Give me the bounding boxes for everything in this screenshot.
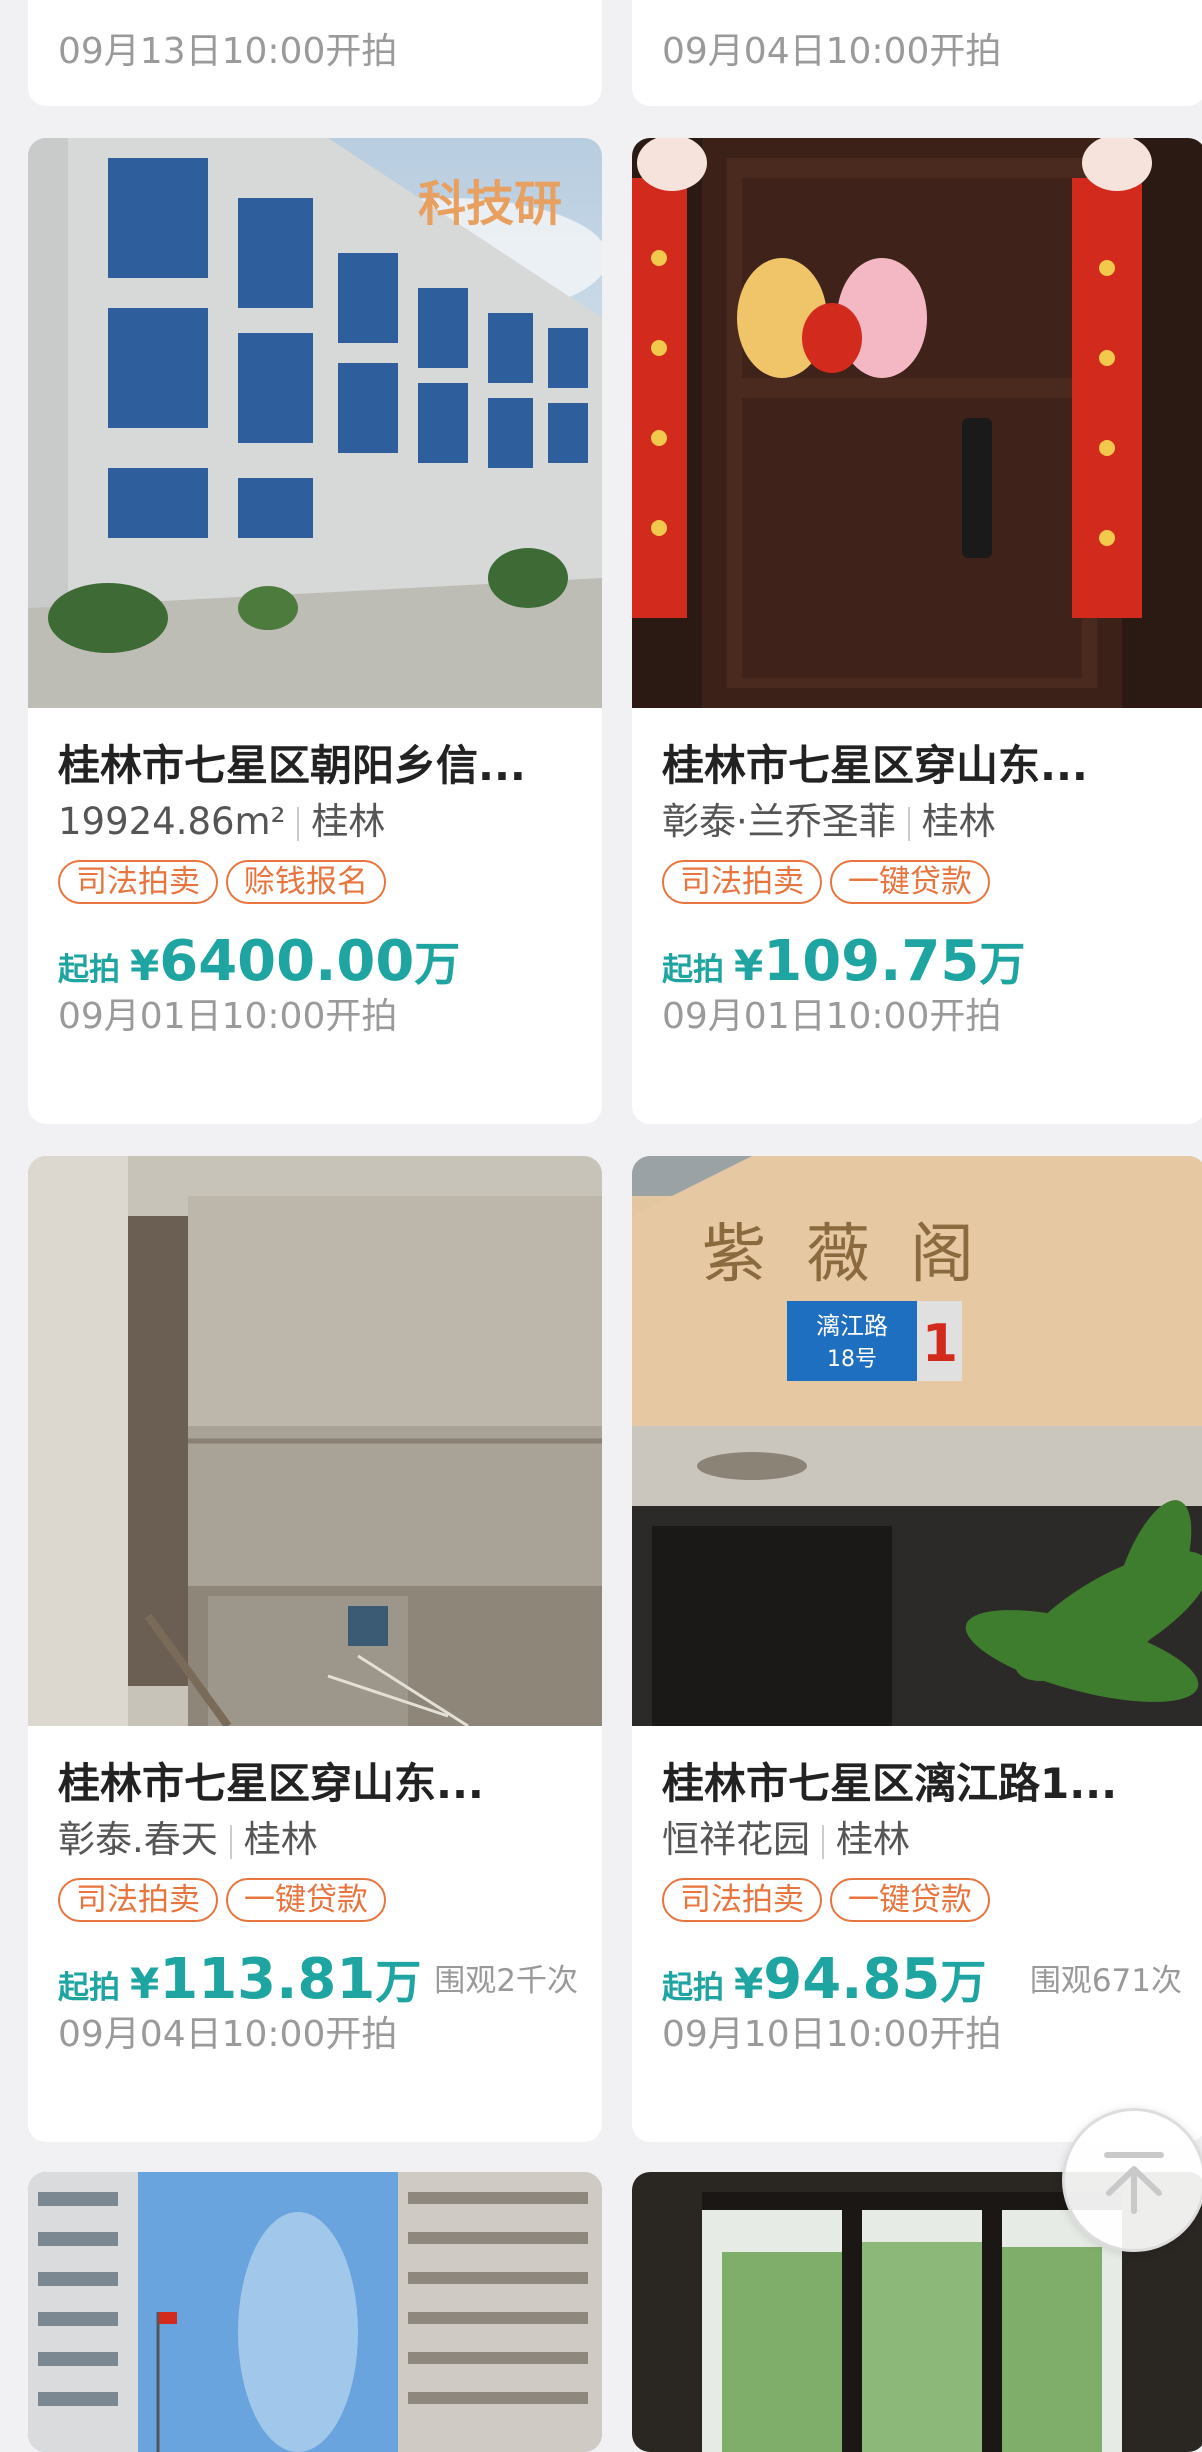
price-unit: 万 (375, 1955, 422, 2009)
currency-symbol: ¥ (734, 1959, 764, 2008)
property-photo (28, 2172, 602, 2452)
city-text: 桂林 (311, 800, 386, 843)
svg-text:18号: 18号 (827, 1347, 877, 1372)
tag-judicial-auction: 司法拍卖 (662, 860, 822, 904)
price-label: 起拍 (662, 1970, 724, 2006)
tag-loan: 一键贷款 (226, 1878, 386, 1922)
tag-loan: 一键贷款 (830, 1878, 990, 1922)
svg-text:科技研: 科技研 (418, 176, 562, 232)
listing-card-partial-left[interactable]: 09月13日10:00开拍 (28, 0, 602, 106)
price-amount: 109.75 (763, 929, 980, 994)
auction-date: 09月10日10:00开拍 (662, 2014, 1002, 2055)
svg-text:紫薇阁: 紫薇阁 (702, 1218, 1014, 1292)
back-to-top-button[interactable] (1062, 2108, 1202, 2252)
listing-card[interactable]: 桂林市七星区穿山东... 彰泰·兰乔圣菲 桂林 司法拍卖 一键贷款 起拍 ¥109.7… (632, 138, 1202, 1124)
view-count: 围观2千次 (434, 1963, 578, 1999)
listing-card[interactable]: 1 漓江路 18号 紫薇阁 桂林市七星区漓江路1... 恒祥花园 桂林 司法拍卖一… (632, 1156, 1202, 2142)
price-amount: 6400.00 (159, 929, 415, 994)
tag-list: 司法拍卖 赊钱报名 (58, 860, 578, 906)
price-row: 起拍 ¥109.75万 (662, 928, 1182, 994)
currency-symbol: ¥ (130, 941, 160, 990)
tag-judicial-auction: 司法拍卖 (58, 860, 218, 904)
community-text: 彰泰·兰乔圣菲 (662, 800, 896, 843)
auction-date: 09月01日10:00开拍 (662, 996, 1002, 1037)
property-photo: 科技研 (28, 138, 602, 708)
tag-list: 司法拍卖 一键贷款 (58, 1878, 578, 1924)
property-photo: 1 漓江路 18号 紫薇阁 (632, 1156, 1202, 1726)
community-text: 彰泰.春天 (58, 1818, 218, 1861)
auction-date: 09月04日10:00开拍 (58, 2014, 398, 2055)
city-text: 桂林 (836, 1818, 910, 1861)
property-photo (632, 138, 1202, 708)
listing-title: 桂林市七星区朝阳乡信... (58, 741, 526, 790)
community-text: 恒祥花园 (662, 1818, 810, 1861)
price-unit: 万 (414, 937, 461, 991)
listing-title: 桂林市七星区漓江路1... (662, 1759, 1118, 1808)
price-amount: 94.85 (763, 1947, 941, 2012)
arrow-up-icon (1104, 2152, 1164, 2214)
area-text: 19924.86m² (58, 800, 286, 843)
svg-text:漓江路: 漓江路 (816, 1312, 888, 1340)
price-unit: 万 (940, 1955, 987, 2009)
tag-list: 司法拍卖 一键贷款 (662, 1878, 1182, 1924)
tag-judicial-auction: 司法拍卖 (662, 1878, 822, 1922)
auction-date: 09月04日10:00开拍 (662, 31, 1002, 72)
currency-symbol: ¥ (130, 1959, 160, 2008)
city-text: 桂林 (243, 1818, 318, 1861)
listing-subtitle: 彰泰.春天 桂林 (58, 1814, 578, 1866)
tag-sign-up: 赊钱报名 (226, 860, 386, 904)
listing-card-partial-right[interactable]: 09月04日10:00开拍 (632, 0, 1202, 106)
listing-title: 桂林市七星区穿山东... (662, 741, 1088, 790)
price-row: 起拍 ¥94.85万 围观671次 (662, 1946, 1182, 2012)
currency-symbol: ¥ (734, 941, 764, 990)
listing-subtitle: 彰泰·兰乔圣菲 桂林 (662, 796, 1182, 848)
view-count: 围观671次 (1029, 1963, 1182, 1999)
auction-date: 09月13日10:00开拍 (58, 31, 398, 72)
city-text: 桂林 (921, 800, 996, 843)
price-label: 起拍 (58, 1970, 120, 2006)
tag-loan: 一键贷款 (830, 860, 990, 904)
listing-subtitle: 19924.86m² 桂林 (58, 796, 578, 848)
listing-card[interactable]: 桂林市七星区穿山东... 彰泰.春天 桂林 司法拍卖 一键贷款 起拍 ¥113.81万… (28, 1156, 602, 2142)
tag-list: 司法拍卖 一键贷款 (662, 860, 1182, 906)
price-label: 起拍 (58, 952, 120, 988)
price-row: 起拍 ¥6400.00万 (58, 928, 578, 994)
price-unit: 万 (979, 937, 1026, 991)
svg-text:1: 1 (922, 1314, 958, 1374)
listing-title: 桂林市七星区穿山东... (58, 1759, 484, 1808)
price-amount: 113.81 (159, 1947, 376, 2012)
listing-card[interactable]: 科技研 桂林市七星区朝阳乡信... 19924.86m² 桂林 司法拍卖 赊钱报名 … (28, 138, 602, 1124)
price-row: 起拍 ¥113.81万 围观2千次 (58, 1946, 578, 2012)
property-photo (28, 1156, 602, 1726)
tag-judicial-auction: 司法拍卖 (58, 1878, 218, 1922)
auction-date: 09月01日10:00开拍 (58, 996, 398, 1037)
price-label: 起拍 (662, 952, 724, 988)
listing-card-partial[interactable] (28, 2172, 602, 2452)
listing-subtitle: 恒祥花园 桂林 (662, 1814, 1182, 1866)
